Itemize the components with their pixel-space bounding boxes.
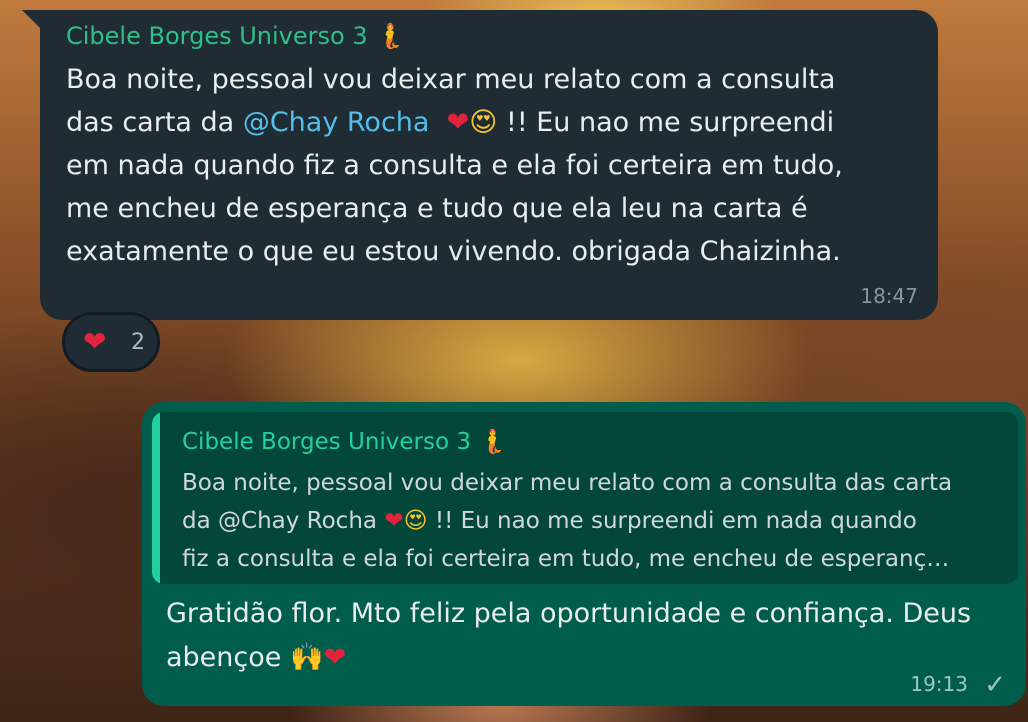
heart-emoji-icon: ❤ — [323, 642, 347, 673]
reaction-count: 2 — [131, 330, 145, 355]
single-check-icon: ✓ — [984, 670, 1006, 700]
message-timestamp: 19:13 — [910, 672, 968, 696]
message-line: das carta da @Chay Rocha ❤😍 !! Eu nao me… — [66, 107, 835, 138]
quoted-line: fiz a consulta e ela foi certeira em tud… — [182, 546, 950, 572]
quoted-line: Boa noite, pessoal vou deixar meu relato… — [182, 470, 953, 496]
message-line: em nada quando fiz a consulta e ela foi … — [66, 150, 843, 181]
message-timestamp: 18:47 — [860, 284, 918, 308]
reply-line: Gratidão flor. Mto feliz pela oportunida… — [166, 598, 972, 629]
mermaid-emoji-icon: 🧜 — [478, 429, 507, 455]
incoming-bubble-tail — [22, 10, 42, 30]
reaction-pill[interactable]: ❤ 2 — [62, 312, 160, 372]
message-line: Boa noite, pessoal vou deixar meu relato… — [66, 64, 836, 95]
heart-reaction-icon: ❤ — [83, 325, 107, 358]
sender-name[interactable]: Cibele Borges Universo 3 🧜 — [66, 22, 405, 50]
raised-hands-emoji-icon: 🙌 — [289, 642, 324, 673]
heart-eyes-emoji-icon: 😍 — [403, 508, 428, 534]
heart-emoji-icon: ❤ — [446, 107, 470, 138]
outgoing-message-bubble[interactable]: Cibele Borges Universo 3 🧜 Boa noite, pe… — [142, 402, 1026, 706]
mermaid-emoji-icon: 🧜 — [375, 22, 406, 50]
message-line: me encheu de esperança e tudo que ela le… — [66, 193, 808, 224]
incoming-message-bubble[interactable]: Cibele Borges Universo 3 🧜 Boa noite, pe… — [40, 10, 938, 320]
reply-line: abençoe 🙌❤ — [166, 642, 347, 673]
mention-link[interactable]: @Chay Rocha — [243, 107, 430, 138]
sender-name-text: Cibele Borges Universo 3 — [66, 22, 368, 50]
message-text: Boa noite, pessoal vou deixar meu relato… — [66, 58, 916, 273]
quoted-line: da @Chay Rocha ❤😍 !! Eu nao me surpreend… — [182, 508, 917, 534]
quoted-text: Boa noite, pessoal vou deixar meu relato… — [182, 464, 1008, 578]
heart-eyes-emoji-icon: 😍 — [469, 107, 498, 138]
heart-emoji-icon: ❤ — [384, 508, 404, 534]
quoted-message[interactable]: Cibele Borges Universo 3 🧜 Boa noite, pe… — [152, 412, 1018, 584]
quoted-sender-name: Cibele Borges Universo 3 🧜 — [182, 429, 507, 455]
quote-accent-bar — [152, 412, 160, 584]
reply-text: Gratidão flor. Mto feliz pela oportunida… — [166, 592, 1016, 680]
message-line: exatamente o que eu estou vivendo. obrig… — [66, 236, 841, 267]
